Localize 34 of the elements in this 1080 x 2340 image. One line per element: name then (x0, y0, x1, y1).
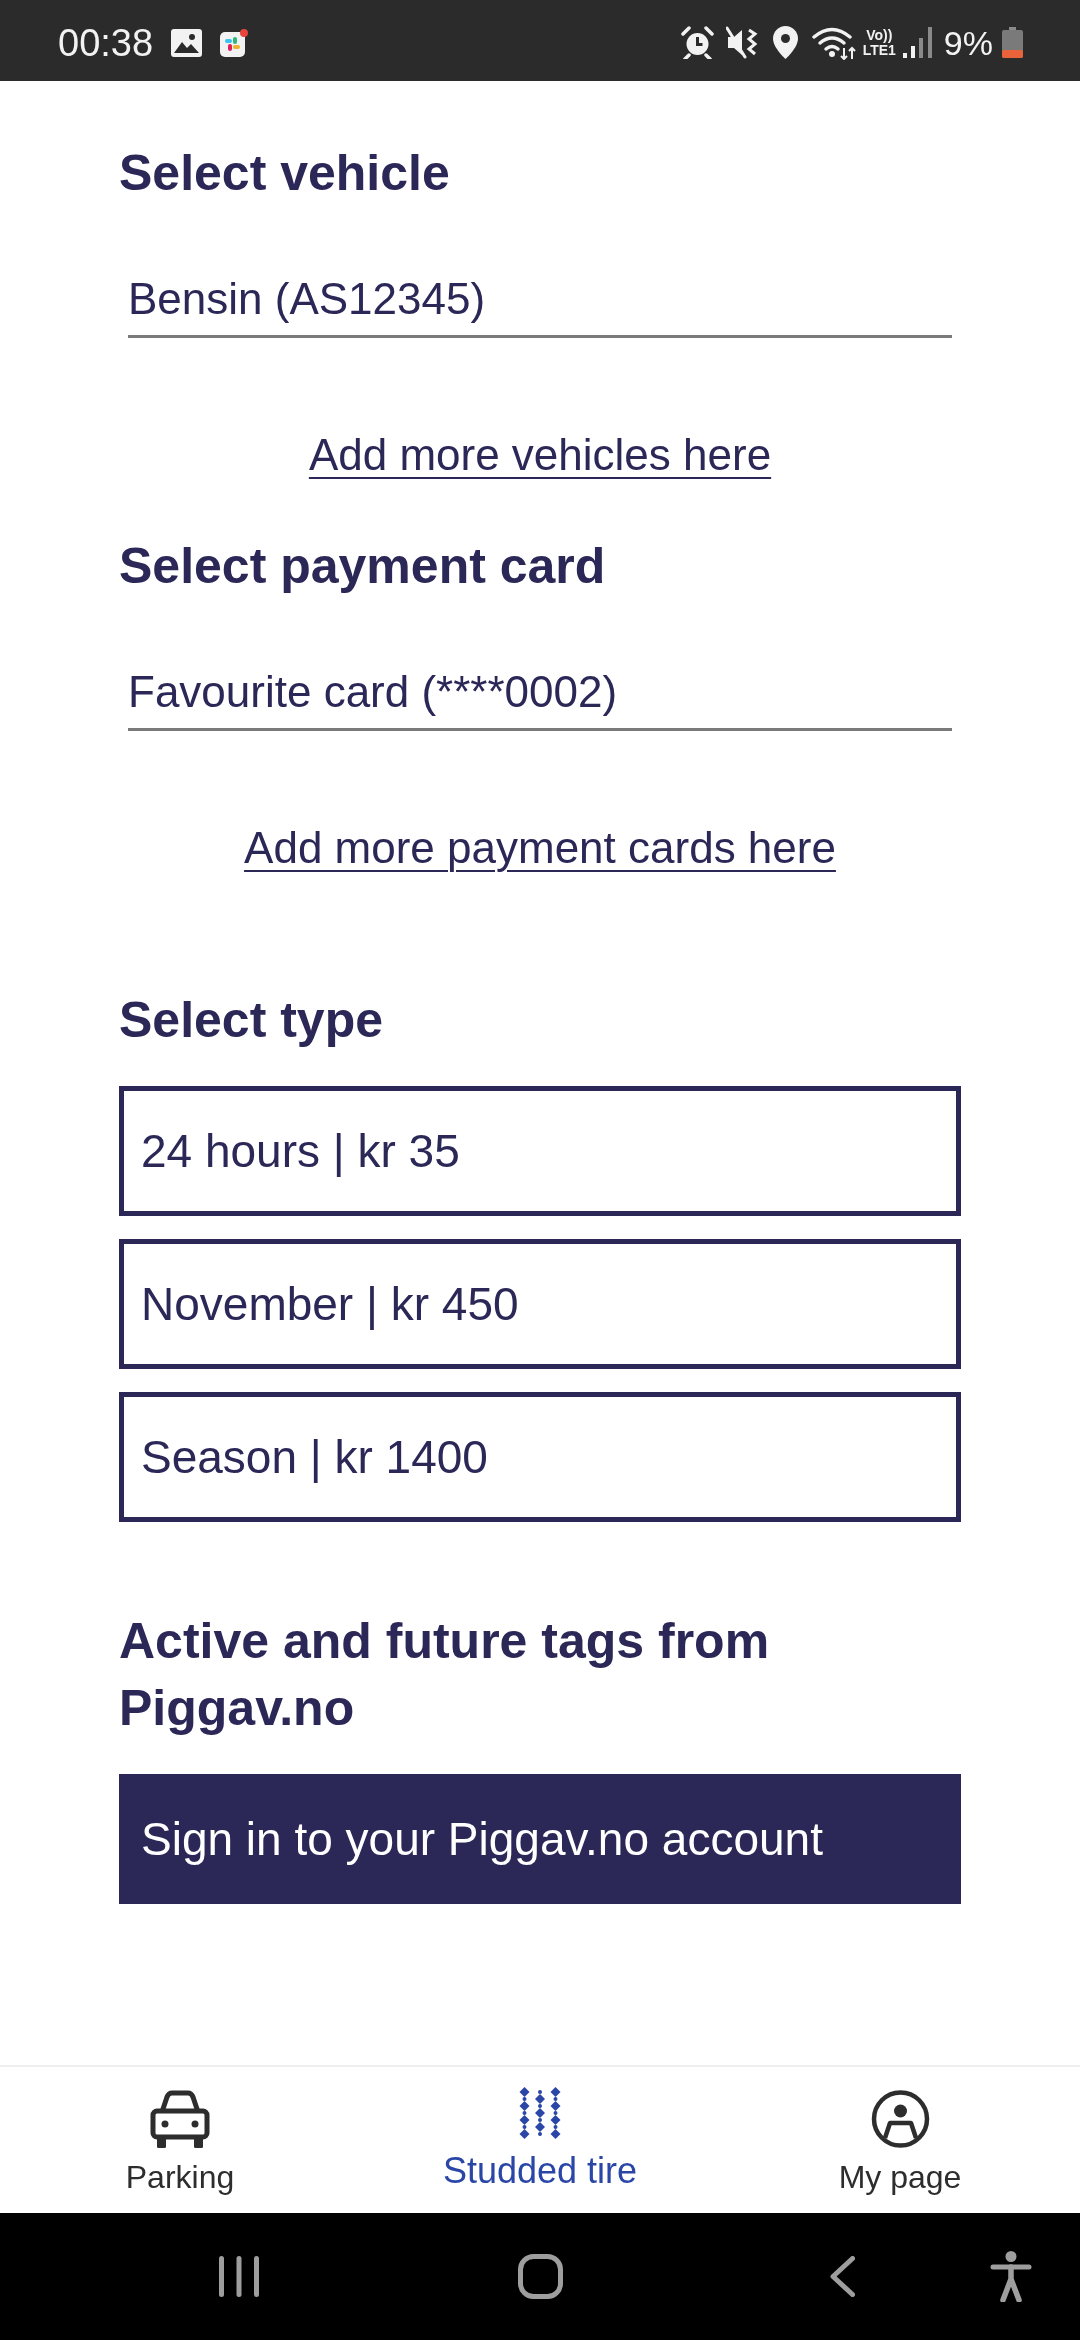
nav-tab[interactable]: Parking (0, 2067, 360, 2213)
select-field[interactable]: Favourite card (****0002) (128, 666, 952, 731)
app-notification-icon (220, 28, 249, 57)
image-icon (171, 28, 203, 57)
home-icon[interactable] (518, 2254, 563, 2299)
back-icon[interactable] (830, 2256, 855, 2297)
type-option[interactable]: Season | kr 1400 (119, 1392, 961, 1522)
select-field[interactable]: Bensin (AS12345) (128, 273, 952, 338)
section-heading: Active and future tags from Piggav.no (119, 1612, 771, 1738)
volte-label: Vo)) (866, 27, 893, 43)
lte-label: LTE1 (862, 42, 896, 58)
status-time: 00:38 (58, 20, 154, 65)
wifi-icon (811, 25, 856, 60)
section-heading: Select payment card (119, 537, 607, 596)
section-heading: Select type (119, 991, 384, 1050)
car-icon (150, 2090, 210, 2148)
nav-tab[interactable]: My page (720, 2067, 1080, 2213)
stud-pattern-icon (518, 2086, 562, 2140)
sign-in-button[interactable]: Sign in to your Piggav.no account (119, 1774, 961, 1904)
nav-tab[interactable]: Studded tire (360, 2067, 720, 2213)
accessibility-icon[interactable] (990, 2251, 1032, 2302)
signal-icon (902, 27, 932, 58)
add-more-link[interactable]: Add more payment cards here (244, 822, 836, 874)
type-option[interactable]: November | kr 450 (119, 1239, 961, 1369)
location-pin-icon (772, 26, 798, 59)
type-option[interactable]: 24 hours | kr 35 (119, 1086, 961, 1216)
profile-icon (870, 2090, 930, 2148)
mute-icon (725, 26, 759, 59)
section-heading: Select vehicle (119, 144, 451, 203)
alarm-icon (680, 26, 714, 59)
battery-percent: 9% (943, 22, 993, 63)
add-more-link[interactable]: Add more vehicles here (308, 429, 772, 481)
battery-icon (1002, 27, 1023, 58)
recent-apps-icon[interactable] (219, 2256, 259, 2297)
